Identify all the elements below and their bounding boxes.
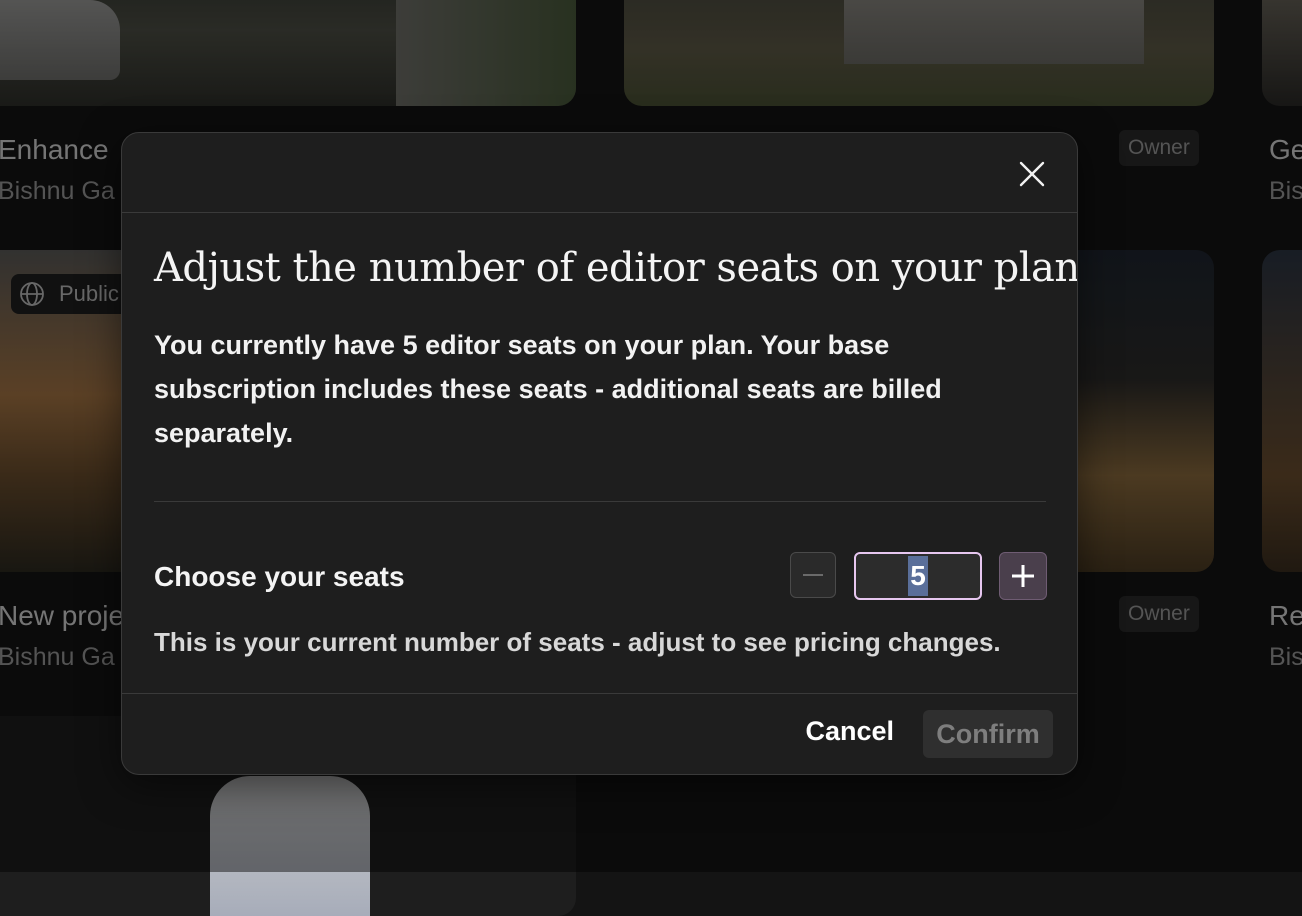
divider <box>154 501 1046 502</box>
dialog-description: You currently have 5 editor seats on you… <box>154 330 942 448</box>
confirm-button[interactable]: Confirm <box>923 710 1053 758</box>
cancel-button[interactable]: Cancel <box>805 716 894 747</box>
close-icon <box>1019 161 1045 187</box>
dialog-header <box>122 133 1077 213</box>
seats-hint: This is your current number of seats - a… <box>154 627 1001 657</box>
plus-icon <box>1012 565 1034 587</box>
dialog-footer: Cancel Confirm <box>122 693 1077 774</box>
decrease-seats-button[interactable] <box>790 552 836 598</box>
increase-seats-button[interactable] <box>999 552 1047 600</box>
seats-label: Choose your seats <box>154 561 405 592</box>
seats-input[interactable]: 5 <box>854 552 982 600</box>
dialog-title: Adjust the number of editor seats on you… <box>154 245 1078 291</box>
seats-dialog: Adjust the number of editor seats on you… <box>121 132 1078 775</box>
seats-value[interactable]: 5 <box>908 556 928 596</box>
close-button[interactable] <box>1017 159 1047 189</box>
minus-icon <box>803 574 823 576</box>
